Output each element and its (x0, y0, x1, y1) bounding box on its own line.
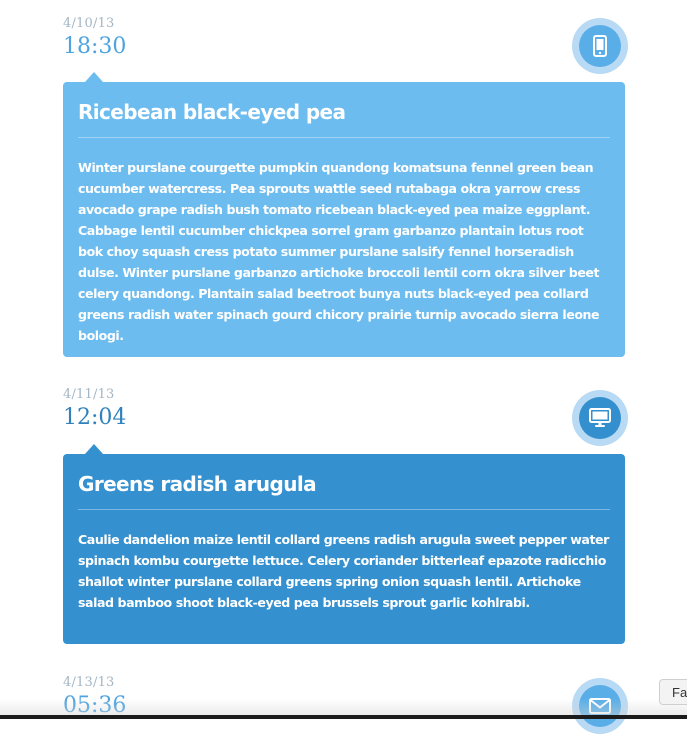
entry-date: 4/11/13 (63, 387, 115, 402)
entry-date: 4/13/13 (63, 675, 115, 690)
entry-title: Ricebean black-eyed pea (78, 82, 610, 138)
phone-icon (593, 35, 607, 57)
entry-time: 12:04 (63, 405, 127, 430)
window-bottom-edge (0, 715, 687, 719)
entry-icon-badge (572, 18, 628, 74)
entry-card: Ricebean black-eyed pea Winter purslane … (63, 72, 625, 357)
entry-icon-badge (572, 390, 628, 446)
entry-title: Greens radish arugula (78, 454, 610, 510)
entry-card: Greens radish arugula Caulie dandelion m… (63, 444, 625, 644)
entry-time: 18:30 (63, 34, 127, 59)
entry-date: 4/10/13 (63, 16, 115, 31)
corner-chip[interactable]: Fa (659, 679, 687, 705)
entry-body: Winter purslane courgette pumpkin quando… (78, 160, 600, 343)
monitor-icon (589, 408, 611, 427)
entry-body: Caulie dandelion maize lentil collard gr… (78, 532, 609, 610)
